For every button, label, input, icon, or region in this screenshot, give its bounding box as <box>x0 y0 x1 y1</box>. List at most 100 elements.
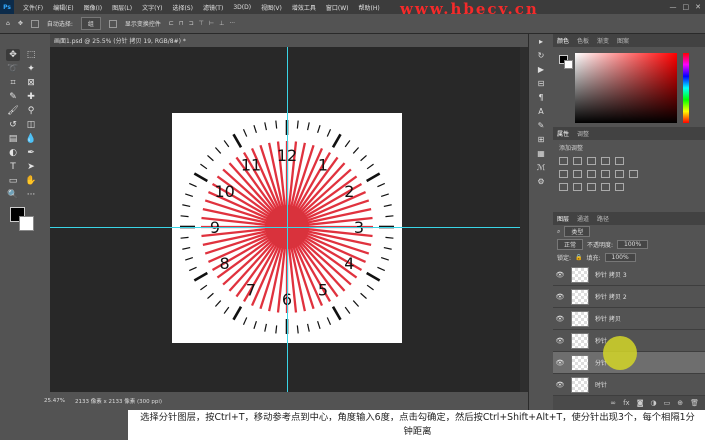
layer-name[interactable]: 秒针 拷贝 3 <box>595 270 627 279</box>
tab-paths[interactable]: 路径 <box>597 214 609 223</box>
vertical-guide[interactable] <box>287 47 288 392</box>
type-tool-icon[interactable]: T <box>6 161 20 173</box>
tab-swatches[interactable]: 色板 <box>577 36 589 45</box>
link-layers-icon[interactable]: ∞ <box>610 399 616 407</box>
libraries-icon[interactable]: ▦ <box>529 146 553 160</box>
align-bottom-icon[interactable]: ⊥ <box>219 20 224 27</box>
color-lookup-icon[interactable] <box>629 170 638 178</box>
magic-wand-icon[interactable]: ✦ <box>24 63 38 75</box>
properties-icon[interactable]: ⊞ <box>529 132 553 146</box>
move-tool-icon[interactable]: ✥ <box>18 20 23 27</box>
visibility-eye-icon[interactable]: 👁 <box>553 359 567 367</box>
document-tab[interactable]: 画面1.psd @ 25.5% (分针 拷贝 19, RGB/8#) * <box>50 34 186 47</box>
crop-tool-icon[interactable]: ⌗ <box>6 77 20 89</box>
delete-layer-icon[interactable]: 🗑 <box>690 399 699 407</box>
menu-filter[interactable]: 滤镜(T) <box>198 3 228 12</box>
add-mask-icon[interactable]: ◙ <box>637 399 644 407</box>
blend-mode-dropdown[interactable]: 正常 <box>557 239 584 250</box>
close-icon[interactable]: ✕ <box>695 3 701 11</box>
new-layer-icon[interactable]: ⊕ <box>677 399 683 407</box>
tab-color[interactable]: 颜色 <box>557 36 569 45</box>
visibility-eye-icon[interactable]: 👁 <box>553 293 567 301</box>
tool-presets-icon[interactable]: ⚙ <box>529 174 553 188</box>
adjustment-layer-icon[interactable]: ◑ <box>651 399 657 407</box>
align-center-icon[interactable]: ⊓ <box>179 20 184 27</box>
tab-layers[interactable]: 图层 <box>557 214 569 223</box>
maximize-icon[interactable]: □ <box>683 3 690 11</box>
align-top-icon[interactable]: ⊤ <box>199 20 204 27</box>
tab-properties[interactable]: 属性 <box>557 129 569 138</box>
brush-tool-icon[interactable]: 🖌 <box>6 105 20 117</box>
pen-tool-icon[interactable]: ✒ <box>24 147 38 159</box>
lasso-tool-icon[interactable]: ➰ <box>6 63 20 75</box>
eraser-tool-icon[interactable]: ◫ <box>24 119 38 131</box>
visibility-eye-icon[interactable]: 👁 <box>553 271 567 279</box>
minimize-icon[interactable]: — <box>670 3 677 11</box>
brushes-icon[interactable]: ✎ <box>529 118 553 132</box>
expand-panels-icon[interactable]: ▸ <box>529 34 553 48</box>
history-brush-icon[interactable]: ↺ <box>6 119 20 131</box>
color-swatches[interactable] <box>10 207 36 233</box>
actions-icon[interactable]: ▶ <box>529 62 553 76</box>
layer-comps-icon[interactable]: ⊟ <box>529 76 553 90</box>
layer-row[interactable]: 👁 秒针 拷贝 2 <box>553 286 705 308</box>
layer-name[interactable]: 秒针 拷贝 2 <box>595 292 627 301</box>
blur-tool-icon[interactable]: 💧 <box>24 133 38 145</box>
background-color[interactable] <box>19 216 34 231</box>
menu-help[interactable]: 帮助(H) <box>354 3 385 12</box>
fx-icon[interactable]: fx <box>623 399 630 407</box>
menu-type[interactable]: 文字(Y) <box>137 3 167 12</box>
show-transform-checkbox[interactable] <box>108 19 117 28</box>
layer-name[interactable]: 时针 <box>595 380 607 389</box>
glyphs-icon[interactable]: ℳ <box>529 160 553 174</box>
vibrance-icon[interactable] <box>615 157 624 165</box>
photo-filter-icon[interactable] <box>601 170 610 178</box>
menu-file[interactable]: 文件(F) <box>18 3 48 12</box>
menu-edit[interactable]: 编辑(E) <box>48 3 78 12</box>
visibility-eye-icon[interactable]: 👁 <box>553 381 567 389</box>
paragraph-icon[interactable]: ¶ <box>529 90 553 104</box>
tab-gradients[interactable]: 渐变 <box>597 36 609 45</box>
frame-tool-icon[interactable]: ⊠ <box>24 77 38 89</box>
panel-background-swatch[interactable] <box>564 60 573 69</box>
visibility-eye-icon[interactable]: 👁 <box>553 315 567 323</box>
align-left-icon[interactable]: ⊏ <box>169 20 174 27</box>
gradient-map-icon[interactable] <box>601 183 610 191</box>
layer-row[interactable]: 👁 秒针 拷贝 3 <box>553 264 705 286</box>
menu-layer[interactable]: 图层(L) <box>107 3 137 12</box>
auto-select-checkbox[interactable] <box>30 19 39 28</box>
fill-input[interactable]: 100% <box>604 253 636 262</box>
layer-row[interactable]: 👁 时针 <box>553 374 705 396</box>
tab-adjustments[interactable]: 调整 <box>577 129 589 138</box>
invert-icon[interactable] <box>559 183 568 191</box>
layer-row[interactable]: 👁 秒针 拷贝 <box>553 308 705 330</box>
more-options-icon[interactable]: ··· <box>229 20 235 27</box>
color-balance-icon[interactable] <box>573 170 582 178</box>
threshold-icon[interactable] <box>587 183 596 191</box>
zoom-tool-icon[interactable]: 🔍 <box>6 189 20 201</box>
auto-select-dropdown[interactable]: 组 <box>80 17 101 30</box>
opacity-input[interactable]: 100% <box>617 240 649 249</box>
eyedropper-icon[interactable]: ✎ <box>6 91 20 103</box>
menu-3d[interactable]: 3D(D) <box>228 4 256 11</box>
brightness-icon[interactable] <box>559 157 568 165</box>
menu-view[interactable]: 视图(V) <box>256 3 287 12</box>
healing-brush-icon[interactable]: ✚ <box>24 91 38 103</box>
vertical-scrollbar[interactable] <box>520 47 528 392</box>
more-tools-icon[interactable]: ··· <box>24 189 38 201</box>
align-right-icon[interactable]: ⊐ <box>189 20 194 27</box>
channel-mixer-icon[interactable] <box>615 170 624 178</box>
exposure-icon[interactable] <box>601 157 610 165</box>
path-select-icon[interactable]: ➤ <box>24 161 38 173</box>
menu-plugins[interactable]: 增效工具 <box>287 3 321 12</box>
hand-tool-icon[interactable]: ✋ <box>24 175 38 187</box>
gradient-tool-icon[interactable]: ▤ <box>6 133 20 145</box>
horizontal-guide[interactable] <box>50 227 528 228</box>
marquee-tool-icon[interactable]: ⬚ <box>24 49 38 61</box>
character-icon[interactable]: A <box>529 104 553 118</box>
dodge-tool-icon[interactable]: ◐ <box>6 147 20 159</box>
black-white-icon[interactable] <box>587 170 596 178</box>
lock-icon[interactable]: 🔒 <box>575 254 582 261</box>
new-group-icon[interactable]: ▭ <box>664 399 671 407</box>
curves-icon[interactable] <box>587 157 596 165</box>
